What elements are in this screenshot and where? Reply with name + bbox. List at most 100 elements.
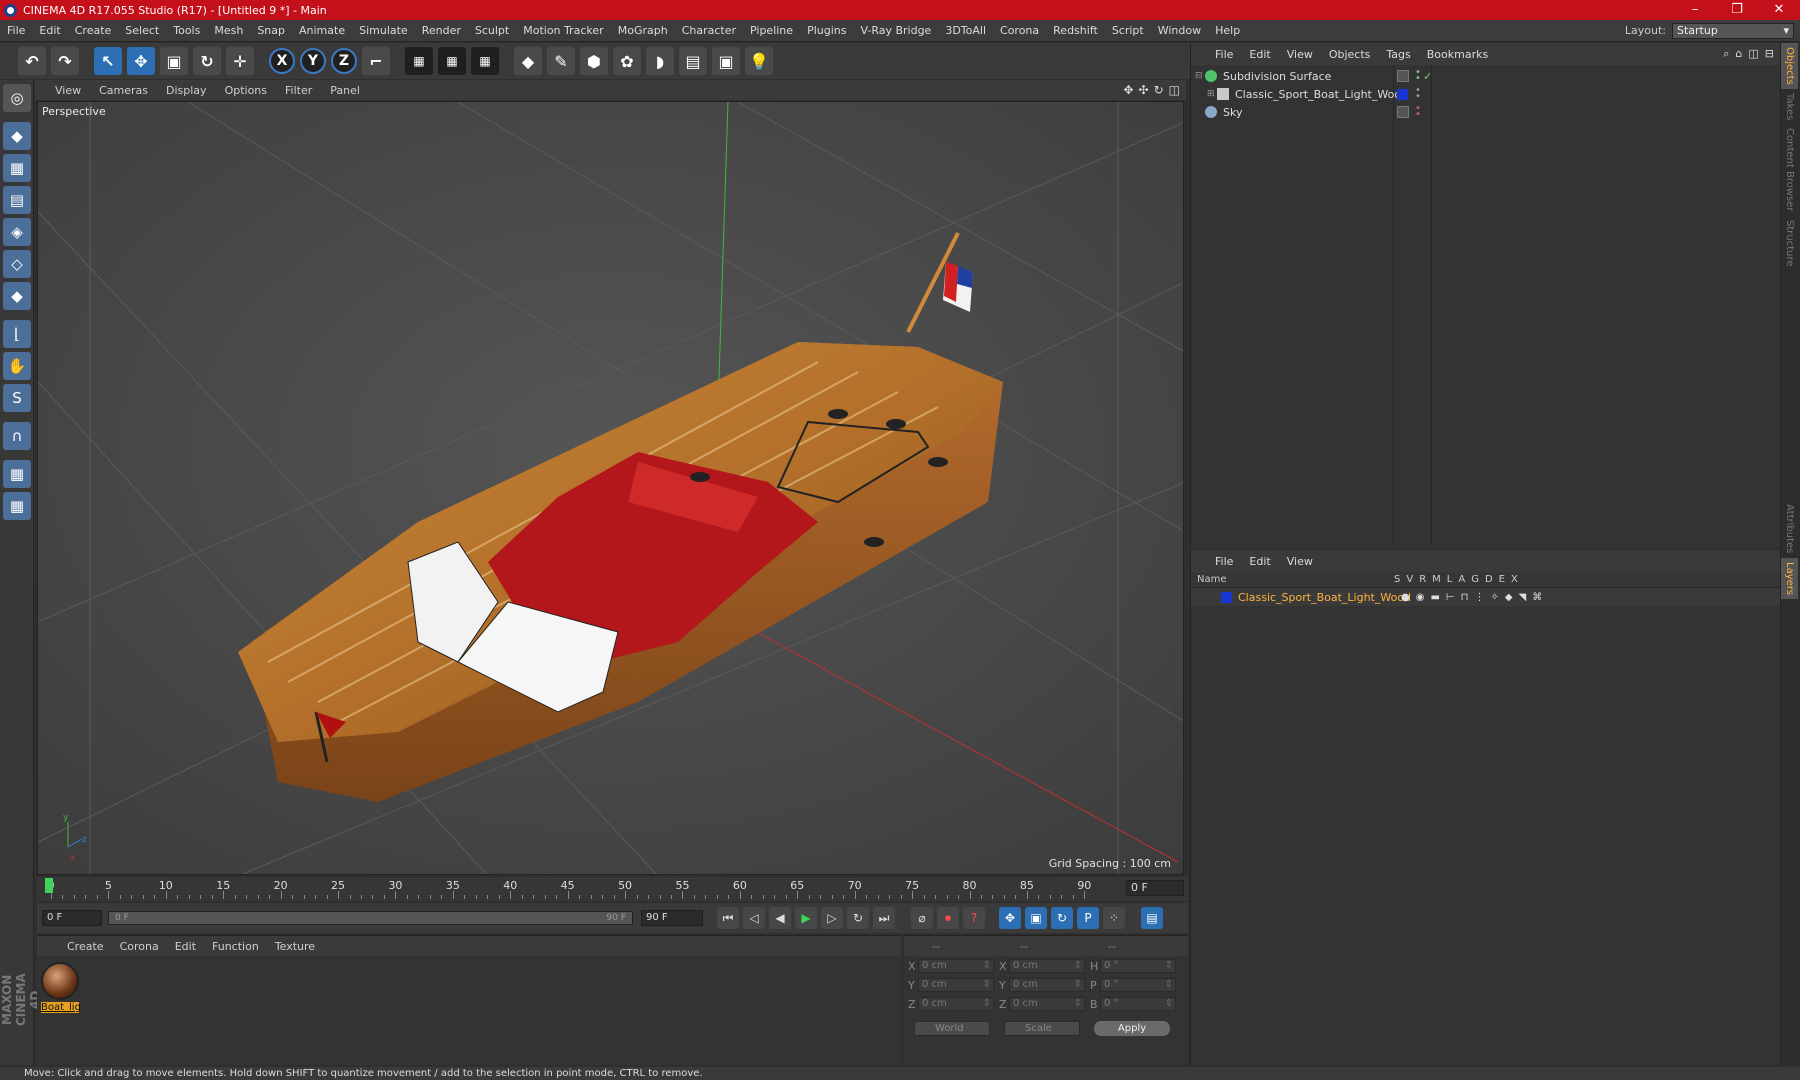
deformer-icon[interactable]: ◗ [646, 47, 674, 75]
start-frame-field[interactable]: 0 F [42, 910, 102, 926]
rotation-b-field[interactable]: 0 ° [1100, 997, 1176, 1011]
snap-icon[interactable]: ∩ [3, 422, 31, 450]
object-menu-objects[interactable]: Objects [1329, 48, 1371, 61]
go-to-end-icon[interactable]: ⏭ [873, 907, 895, 929]
undo-icon[interactable]: ↶ [18, 47, 46, 75]
viewport-menu-filter[interactable]: Filter [285, 84, 312, 97]
menu-window[interactable]: Window [1151, 24, 1208, 37]
make-editable-icon[interactable]: ◎ [3, 84, 31, 112]
object-menu-view[interactable]: View [1287, 48, 1313, 61]
previous-frame-icon[interactable]: ◀ [769, 907, 791, 929]
x-axis-lock-icon[interactable]: X [269, 48, 295, 74]
object-row-boat[interactable]: ⊞ Classic_Sport_Boat_Light_Wood • • [1191, 85, 1781, 103]
expand-icon[interactable]: ⊞ [1207, 89, 1217, 99]
visibility-dots[interactable]: • • [1415, 104, 1421, 120]
record-pla-icon[interactable]: ⁘ [1103, 907, 1125, 929]
col-solo[interactable]: S [1394, 574, 1400, 585]
z-axis-lock-icon[interactable]: Z [331, 48, 357, 74]
close-button[interactable]: ✕ [1758, 0, 1800, 20]
collapse-icon[interactable]: ⊟ [1195, 71, 1205, 81]
edges-mode-icon[interactable]: ◇ [3, 250, 31, 278]
material-menu-corona[interactable]: Corona [120, 940, 159, 953]
menu-animate[interactable]: Animate [292, 24, 352, 37]
manager-toggle-icon[interactable]: ⊢ [1446, 592, 1455, 603]
col-generators[interactable]: G [1471, 574, 1479, 585]
current-frame-field[interactable]: 0 F [1126, 880, 1184, 896]
menu-select[interactable]: Select [118, 24, 166, 37]
solo-toggle-icon[interactable]: ● [1401, 592, 1410, 603]
locked-workplane-icon[interactable]: ▦ [3, 492, 31, 520]
render-view-icon[interactable]: ▦ [405, 47, 433, 75]
lock-icon[interactable]: ⊟ [1765, 47, 1774, 61]
keyframe-selection-icon[interactable]: ? [963, 907, 985, 929]
layer-menu-file[interactable]: File [1215, 555, 1233, 568]
autokey-icon[interactable]: ⏺ [937, 907, 959, 929]
layer-toggle-icons[interactable]: ● ◉ ▬ ⊢ ⊓ ⋮ ✧ ◆ ◥ ⌘ [1401, 592, 1542, 603]
material-menu-edit[interactable]: Edit [175, 940, 196, 953]
play-forward-icon[interactable]: ▶ [795, 907, 817, 929]
redo-icon[interactable]: ↷ [51, 47, 79, 75]
size-x-field[interactable]: 0 cm [1009, 959, 1085, 973]
move-tool-icon[interactable]: ✥ [127, 47, 155, 75]
record-scale-icon[interactable]: ▣ [1025, 907, 1047, 929]
viewport-menu-view[interactable]: View [55, 84, 81, 97]
object-menu-edit[interactable]: Edit [1249, 48, 1270, 61]
layer-menu-edit[interactable]: Edit [1249, 555, 1270, 568]
viewport-menu-panel[interactable]: Panel [330, 84, 360, 97]
tab-layers[interactable]: Layers [1781, 557, 1798, 599]
tab-content-browser[interactable]: Content Browser [1781, 124, 1798, 215]
enabled-check-icon[interactable]: ✓ [1423, 70, 1432, 83]
menu-sculpt[interactable]: Sculpt [468, 24, 516, 37]
menu-corona[interactable]: Corona [993, 24, 1046, 37]
camera-icon[interactable]: ▣ [712, 47, 740, 75]
size-y-field[interactable]: 0 cm [1009, 978, 1085, 992]
menu-simulate[interactable]: Simulate [352, 24, 415, 37]
visibility-toggle[interactable] [1397, 70, 1409, 82]
visibility-dots[interactable]: • • [1415, 68, 1421, 84]
workplane-lock-icon[interactable]: ▦ [3, 460, 31, 488]
viewport-menu-display[interactable]: Display [166, 84, 207, 97]
object-menu-bookmarks[interactable]: Bookmarks [1427, 48, 1488, 61]
col-expressions[interactable]: E [1499, 574, 1505, 585]
menu-plugins[interactable]: Plugins [800, 24, 853, 37]
zoom-view-icon[interactable]: ✣ [1139, 83, 1149, 97]
position-z-field[interactable]: 0 cm [918, 997, 994, 1011]
rotation-p-field[interactable]: 0 ° [1100, 978, 1176, 992]
tab-objects[interactable]: Objects [1781, 43, 1798, 89]
perspective-viewport[interactable]: y z x Perspective Grid Spacing : 100 cm [37, 101, 1184, 875]
coordinate-system-icon[interactable]: ⌐ [362, 47, 390, 75]
col-locked[interactable]: L [1447, 574, 1453, 585]
record-position-icon[interactable]: ✥ [999, 907, 1021, 929]
object-row-sky[interactable]: Sky • • [1191, 103, 1781, 121]
layer-color-swatch[interactable] [1221, 591, 1232, 603]
menu-file[interactable]: File [0, 24, 32, 37]
menu-vray-bridge[interactable]: V-Ray Bridge [853, 24, 938, 37]
scale-tool-icon[interactable]: ▣ [160, 47, 188, 75]
layer-color-swatch[interactable] [1397, 88, 1408, 100]
menu-character[interactable]: Character [675, 24, 743, 37]
workplane-mode-icon[interactable]: ▤ [3, 186, 31, 214]
render-toggle-icon[interactable]: ▬ [1430, 592, 1439, 603]
tweak-mode-icon[interactable]: ✋ [3, 352, 31, 380]
visibility-toggle[interactable] [1397, 106, 1409, 118]
layout-dropdown[interactable]: Startup [1672, 22, 1794, 39]
col-animation[interactable]: A [1458, 574, 1465, 585]
pen-spline-icon[interactable]: ✎ [547, 47, 575, 75]
animation-toggle-icon[interactable]: ⋮ [1474, 592, 1484, 603]
menu-pipeline[interactable]: Pipeline [743, 24, 800, 37]
viewport-menu-options[interactable]: Options [225, 84, 267, 97]
end-frame-field[interactable]: 90 F [641, 910, 703, 926]
timeline-window-icon[interactable]: ▤ [1141, 907, 1163, 929]
light-icon[interactable]: 💡 [745, 47, 773, 75]
col-manager[interactable]: M [1432, 574, 1441, 585]
visibility-dots[interactable]: • • [1415, 86, 1421, 102]
menu-redshift[interactable]: Redshift [1046, 24, 1105, 37]
minimize-button[interactable]: – [1674, 0, 1716, 20]
toggle-view-icon[interactable]: ◫ [1169, 83, 1180, 97]
polygons-mode-icon[interactable]: ◆ [3, 282, 31, 310]
object-menu-file[interactable]: File [1215, 48, 1233, 61]
size-mode-dropdown[interactable]: Scale [1004, 1021, 1080, 1036]
viewport-menu-cameras[interactable]: Cameras [99, 84, 148, 97]
next-key-icon[interactable]: ↻ [847, 907, 869, 929]
menu-help[interactable]: Help [1208, 24, 1247, 37]
